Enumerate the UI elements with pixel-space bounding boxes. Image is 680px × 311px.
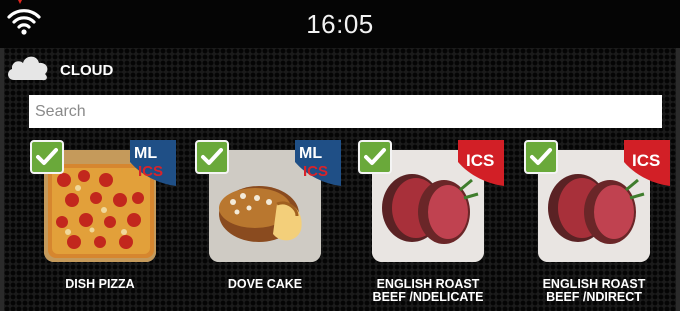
recipe-name: ENGLISH ROAST BEEF /NDIRECT	[542, 277, 646, 304]
check-icon[interactable]	[358, 140, 392, 174]
recipe-name: ENGLISH ROAST BEEF /NDELICATE	[372, 277, 484, 304]
recipe-name: DISH PIZZA	[65, 277, 135, 291]
svg-text:ICS: ICS	[303, 163, 328, 180]
svg-text:ML: ML	[299, 145, 322, 162]
status-time: 16:05	[306, 8, 374, 39]
ml-ics-badge-icon: ML ICS	[130, 140, 176, 186]
cloud-icon[interactable]	[4, 50, 52, 84]
recipe-card-dish-pizza[interactable]: ML ICS DISH PIZZA	[30, 140, 180, 310]
svg-text:ICS: ICS	[632, 151, 660, 170]
ics-badge-icon: ICS	[624, 140, 670, 186]
recipe-card-english-roast-beef-delicate[interactable]: ICS ENGLISH ROAST BEEF /NDELICATE	[358, 140, 508, 310]
svg-text:ICS: ICS	[138, 163, 163, 180]
check-icon[interactable]	[524, 140, 558, 174]
search-input[interactable]	[29, 95, 662, 128]
recipe-card-dove-cake[interactable]: ML ICS DOVE CAKE	[195, 140, 345, 310]
check-icon[interactable]	[30, 140, 64, 174]
check-icon[interactable]	[195, 140, 229, 174]
status-bar: 16:05	[0, 0, 680, 48]
recipe-card-english-roast-beef-direct[interactable]: ICS ENGLISH ROAST BEEF /NDIRECT	[524, 140, 674, 310]
ml-ics-badge-icon: ML ICS	[295, 140, 341, 186]
cloud-label[interactable]: CLOUD	[60, 62, 113, 79]
recipe-name: DOVE CAKE	[227, 277, 303, 291]
svg-text:ICS: ICS	[466, 151, 494, 170]
ics-badge-icon: ICS	[458, 140, 504, 186]
wifi-icon	[7, 9, 41, 35]
svg-text:ML: ML	[134, 145, 157, 162]
panel-frame-right	[676, 48, 680, 311]
